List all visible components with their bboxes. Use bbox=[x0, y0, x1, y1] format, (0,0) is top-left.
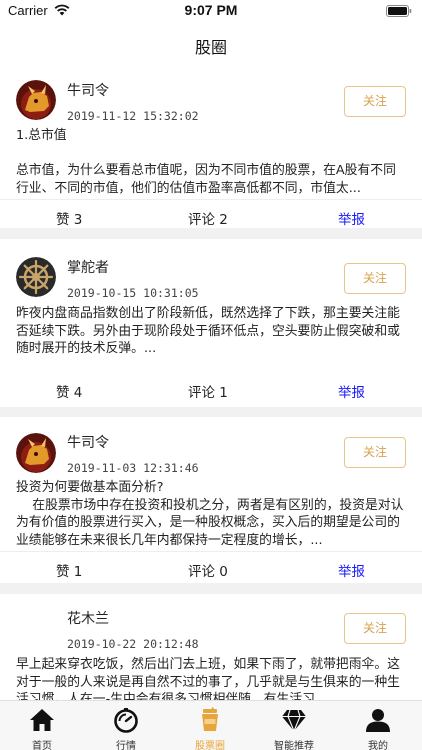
battery-icon bbox=[386, 5, 412, 17]
tab-market[interactable]: 行情 bbox=[84, 701, 168, 750]
post-feed[interactable]: 牛司令 2019-11-12 15:32:02 关注 1.总市值 总市值，为什么… bbox=[0, 62, 422, 700]
author-name[interactable]: 牛司令 bbox=[67, 80, 109, 100]
tab-label: 股票圈 bbox=[195, 741, 225, 750]
tab-label: 行情 bbox=[116, 741, 136, 750]
cup-icon bbox=[202, 707, 218, 731]
post-text-line bbox=[16, 145, 408, 163]
author-name[interactable]: 牛司令 bbox=[67, 432, 109, 452]
tab-home[interactable]: 首页 bbox=[0, 701, 84, 750]
tab-bar: 首页 行情 股票圈 智能推荐 我的 bbox=[0, 700, 422, 750]
comment-button[interactable]: 评论 2 bbox=[188, 208, 228, 228]
post-actions: 赞 3 评论 2 举报 bbox=[0, 199, 422, 233]
tab-recommend[interactable]: 智能推荐 bbox=[252, 701, 336, 750]
post-content[interactable]: 昨夜内盘商品指数创出了阶段新低，既然选择了下跌，那主要关注能否延续下跌。另外由于… bbox=[16, 305, 408, 361]
report-link[interactable]: 举报 bbox=[338, 560, 365, 580]
post-time: 2019-10-15 10:31:05 bbox=[67, 286, 199, 300]
post-text-line: 投资为何要做基本面分析? bbox=[16, 480, 164, 495]
post-time: 2019-11-12 15:32:02 bbox=[67, 109, 199, 123]
post-text-line: 总市值，为什么要看总市值呢，因为不同市值的股票，在A股有不同行业、不同的市值，他… bbox=[16, 163, 396, 196]
user-icon bbox=[366, 709, 390, 732]
post-card[interactable]: 牛司令 2019-11-03 12:31:46 关注 投资为何要做基本面分析? … bbox=[0, 417, 422, 583]
post-text-line: 昨夜内盘商品指数创出了阶段新低，既然选择了下跌，那主要关注能否延续下跌。另外由于… bbox=[16, 306, 400, 356]
author-name[interactable]: 掌舵者 bbox=[67, 257, 109, 277]
post-card[interactable]: 掌舵者 2019-10-15 10:31:05 关注 昨夜内盘商品指数创出了阶段… bbox=[0, 239, 422, 407]
avatar[interactable] bbox=[16, 257, 56, 297]
stopwatch-icon bbox=[114, 708, 138, 733]
tab-mine[interactable]: 我的 bbox=[336, 701, 420, 750]
page-title: 股圈 bbox=[194, 38, 227, 57]
tab-label: 我的 bbox=[368, 741, 388, 750]
post-content[interactable]: 投资为何要做基本面分析? 在股票市场中存在投资和投机之分，两者是有区别的，投资是… bbox=[16, 479, 408, 551]
clock-time: 9:07 PM bbox=[184, 2, 238, 18]
avatar[interactable] bbox=[16, 80, 56, 120]
follow-button[interactable]: 关注 bbox=[344, 613, 406, 644]
tab-label: 智能推荐 bbox=[274, 741, 314, 750]
post-card[interactable]: 牛司令 2019-11-12 15:32:02 关注 1.总市值 总市值，为什么… bbox=[0, 62, 422, 228]
follow-button[interactable]: 关注 bbox=[344, 86, 406, 117]
post-time: 2019-10-22 20:12:48 bbox=[67, 637, 199, 651]
post-card[interactable]: 花木兰 2019-10-22 20:12:48 关注 早上起来穿衣吃饭，然后出门… bbox=[0, 594, 422, 700]
comment-button[interactable]: 评论 1 bbox=[188, 381, 228, 401]
comment-button[interactable]: 评论 0 bbox=[188, 560, 228, 580]
like-button[interactable]: 赞 4 bbox=[56, 381, 82, 401]
follow-button[interactable]: 关注 bbox=[344, 437, 406, 468]
post-text-line: 1.总市值 bbox=[16, 128, 67, 143]
follow-button[interactable]: 关注 bbox=[344, 263, 406, 294]
like-button[interactable]: 赞 3 bbox=[56, 208, 82, 228]
author-name[interactable]: 花木兰 bbox=[67, 608, 109, 628]
post-text-line: 在股票市场中存在投资和投机之分，两者是有区别的，投资是对认为有价值的股票进行买入… bbox=[16, 497, 404, 548]
tab-stock-circle[interactable]: 股票圈 bbox=[168, 701, 252, 750]
status-bar: Carrier 9:07 PM bbox=[0, 0, 422, 22]
post-actions: 赞 1 评论 0 举报 bbox=[0, 551, 422, 585]
post-content[interactable]: 早上起来穿衣吃饭，然后出门去上班，如果下雨了，就带把雨伞。这对于一般的人来说是再… bbox=[16, 656, 408, 700]
post-time: 2019-11-03 12:31:46 bbox=[67, 461, 199, 475]
diamond-icon bbox=[282, 709, 306, 733]
report-link[interactable]: 举报 bbox=[338, 381, 365, 401]
avatar[interactable] bbox=[16, 433, 56, 473]
post-text-line: 早上起来穿衣吃饭，然后出门去上班，如果下雨了，就带把雨伞。这对于一般的人来说是再… bbox=[16, 657, 400, 700]
report-link[interactable]: 举报 bbox=[338, 208, 365, 228]
like-button[interactable]: 赞 1 bbox=[56, 560, 82, 580]
post-actions: 赞 4 评论 1 举报 bbox=[0, 373, 422, 407]
post-content[interactable]: 1.总市值 总市值，为什么要看总市值呢，因为不同市值的股票，在A股有不同行业、不… bbox=[16, 127, 408, 197]
tab-label: 首页 bbox=[32, 741, 52, 750]
home-icon bbox=[30, 709, 54, 731]
